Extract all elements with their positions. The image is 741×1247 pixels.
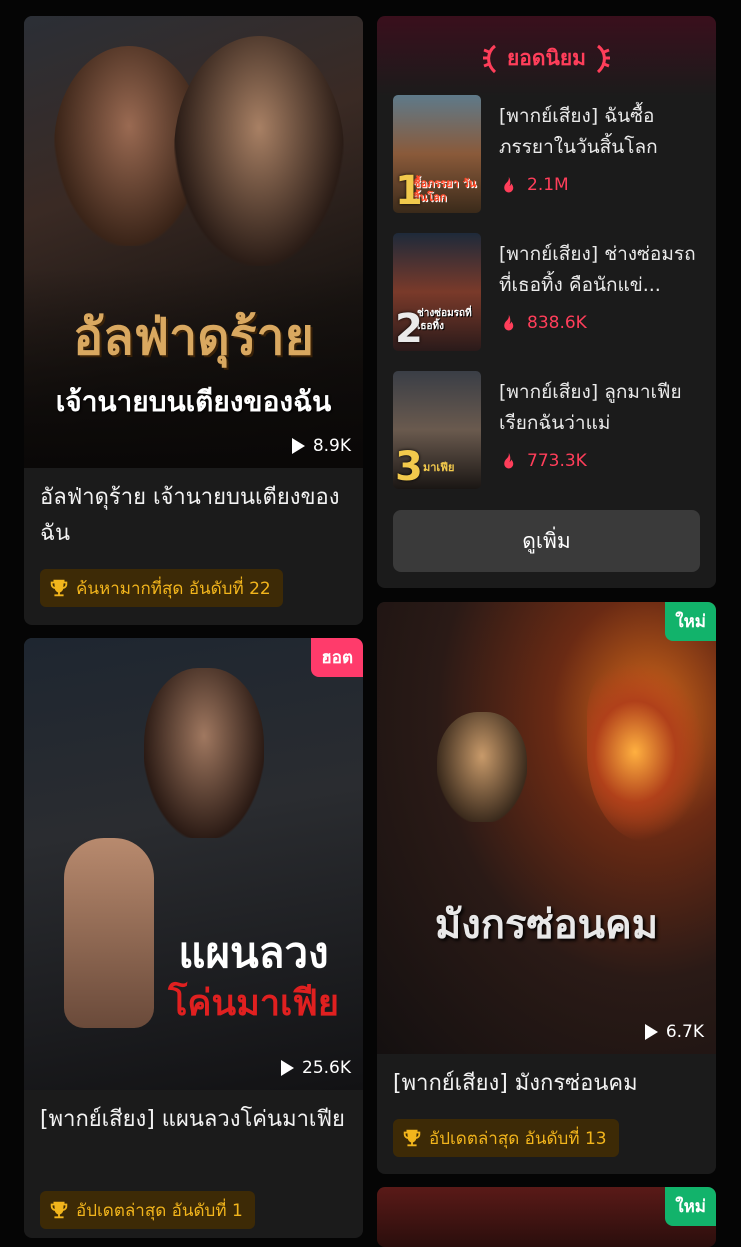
ranking-badge-label: ค้นหามากที่สุด อันดับที่ 22	[76, 578, 271, 599]
popular-item-views-value: 773.3K	[527, 451, 587, 471]
play-count: 25.6K	[281, 1058, 351, 1078]
ranking-badge: อัปเดตล่าสุด อันดับที่ 13	[393, 1119, 619, 1157]
flame-icon	[504, 176, 514, 193]
cover-subtitle: โค่นมาเฟีย	[168, 983, 339, 1024]
popular-item-views-value: 838.6K	[527, 313, 587, 333]
play-count-value: 8.9K	[312, 436, 351, 456]
popular-item-thumbnail[interactable]: มาเฟีย 3	[393, 371, 481, 489]
trophy-icon	[403, 1129, 421, 1147]
ranking-badge: อัปเดตล่าสุด อันดับที่ 1	[40, 1191, 255, 1229]
cover-title: อัลฟ่าดุร้าย	[73, 308, 314, 366]
popular-item-views: 773.3K	[499, 451, 587, 471]
flame-icon	[504, 314, 514, 331]
trophy-icon	[50, 579, 68, 597]
book-title[interactable]: [พากย์เสียง] มังกรซ่อนคม	[393, 1066, 700, 1102]
laurel-right-icon	[596, 44, 611, 73]
book-cover[interactable]: แผนลวง โค่นมาเฟีย 25.6K	[24, 638, 363, 1090]
rank-number: 3	[395, 444, 423, 489]
book-title[interactable]: [พากย์เสียง] แผนลวงโค่นมาเฟีย	[40, 1102, 347, 1138]
book-card-next[interactable]: ใหม่	[377, 1187, 716, 1247]
popular-panel: ยอดนิยม ซื้อภรรยา วันสิ้นโลก 1 [พากย์เสี…	[377, 16, 716, 588]
thumb-text: ช่างซ่อมรถที่เธอทิ้ง	[417, 308, 472, 332]
play-icon	[291, 438, 305, 454]
popular-title: ยอดนิยม	[506, 46, 587, 70]
popular-item-title[interactable]: [พากย์เสียง] ลูกมาเฟียเรียกฉันว่าแม่	[499, 377, 700, 439]
rank-number: 2	[395, 306, 423, 351]
play-icon	[644, 1024, 658, 1040]
book-card-dragon[interactable]: มังกรซ่อนคม 6.7K ใหม่ [พากย์เสียง] มังกร…	[377, 602, 716, 1174]
laurel-left-icon	[482, 44, 497, 73]
see-more-button[interactable]: ดูเพิ่ม	[393, 510, 700, 572]
trophy-icon	[50, 1201, 68, 1219]
popular-item-views: 838.6K	[499, 313, 587, 333]
rank-number: 1	[395, 168, 423, 213]
popular-header: ยอดนิยม	[377, 42, 716, 75]
ranking-badge-label: อัปเดตล่าสุด อันดับที่ 13	[429, 1128, 607, 1149]
cover-subtitle: เจ้านายบนเตียงของฉัน	[55, 385, 332, 418]
popular-item-views-value: 2.1M	[527, 175, 569, 195]
play-count: 8.9K	[291, 436, 351, 456]
flame-icon	[504, 452, 514, 469]
popular-item[interactable]: ซื้อภรรยา วันสิ้นโลก 1 [พากย์เสียง] ฉันซ…	[393, 95, 700, 213]
play-icon	[281, 1060, 294, 1076]
popular-item-title[interactable]: [พากย์เสียง] ช่างซ่อมรถที่เธอทิ้ง คือนัก…	[499, 239, 700, 301]
book-cover[interactable]: มังกรซ่อนคม 6.7K	[377, 602, 716, 1054]
popular-item-views: 2.1M	[499, 175, 569, 195]
new-tag: ใหม่	[665, 602, 716, 641]
play-count-value: 6.7K	[665, 1022, 704, 1042]
cover-title: มังกรซ่อนคม	[434, 902, 659, 948]
play-count-value: 25.6K	[302, 1058, 351, 1078]
popular-item-thumbnail[interactable]: ซื้อภรรยา วันสิ้นโลก 1	[393, 95, 481, 213]
popular-item-title[interactable]: [พากย์เสียง] ฉันซื้อภรรยาในวันสิ้นโลก	[499, 101, 700, 163]
book-cover[interactable]: อัลฟ่าดุร้าย เจ้านายบนเตียงของฉัน 8.9K	[24, 16, 363, 468]
new-tag: ใหม่	[665, 1187, 716, 1226]
play-count: 6.7K	[644, 1022, 704, 1042]
popular-item[interactable]: มาเฟีย 3 [พากย์เสียง] ลูกมาเฟียเรียกฉันว…	[393, 371, 700, 489]
book-card-mafia[interactable]: แผนลวง โค่นมาเฟีย 25.6K ฮอต [พากย์เสียง]…	[24, 638, 363, 1238]
hot-tag: ฮอต	[311, 638, 363, 677]
ranking-badge-label: อัปเดตล่าสุด อันดับที่ 1	[76, 1200, 243, 1221]
thumb-text: มาเฟีย	[423, 461, 455, 474]
ranking-badge: ค้นหามากที่สุด อันดับที่ 22	[40, 569, 283, 607]
popular-item[interactable]: ช่างซ่อมรถที่เธอทิ้ง 2 [พากย์เสียง] ช่าง…	[393, 233, 700, 351]
book-card-alpha[interactable]: อัลฟ่าดุร้าย เจ้านายบนเตียงของฉัน 8.9K อ…	[24, 16, 363, 625]
book-title[interactable]: อัลฟ่าดุร้าย เจ้านายบนเตียงของฉัน	[40, 480, 347, 552]
popular-item-thumbnail[interactable]: ช่างซ่อมรถที่เธอทิ้ง 2	[393, 233, 481, 351]
